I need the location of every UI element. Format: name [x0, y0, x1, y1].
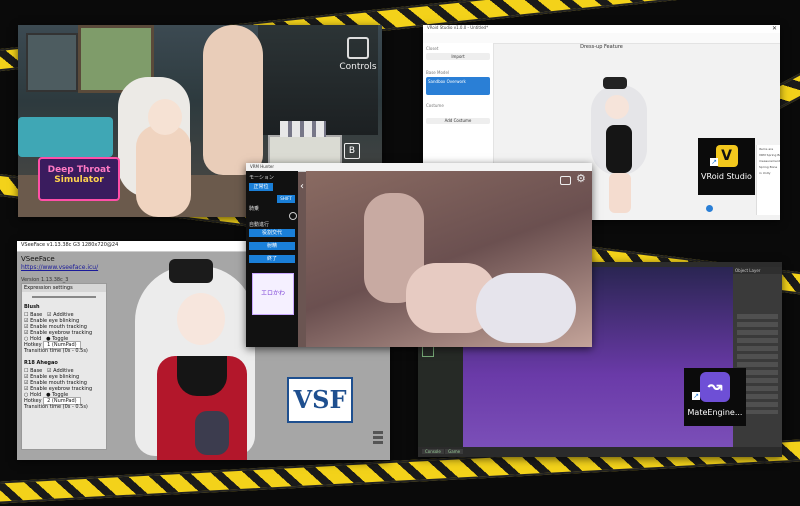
panel-line: Items are — [759, 147, 774, 151]
console-tab[interactable]: Console — [422, 449, 444, 454]
auto-toggle[interactable] — [289, 212, 297, 220]
expression-panel: Expression settings Blush ☐ Base ☑ Addit… — [21, 283, 107, 450]
settings-panel: Items are VRM Spring Bone measurements Spri… — [756, 145, 780, 215]
vroid-logo-icon: V — [715, 145, 738, 167]
game-logo: Deep Throat Simulator — [38, 157, 120, 201]
transition-label: Transition time (0s - 0.5s) — [24, 348, 88, 354]
transition-label: Transition time (0s - 0.5s) — [24, 404, 88, 410]
gear-icon[interactable]: ⚙ — [576, 173, 586, 184]
import-label: Import — [451, 54, 465, 59]
header-title: Dress-up Feature — [580, 44, 623, 50]
model-face — [605, 95, 629, 119]
camera-icon[interactable] — [560, 176, 571, 185]
mode-label: 正常位 — [253, 184, 269, 190]
base-model-item[interactable]: Sandbox Overwork — [426, 77, 490, 95]
model-hat — [603, 77, 627, 89]
costume-heading: Costume — [426, 103, 444, 108]
import-button[interactable]: Import — [426, 53, 490, 60]
side-menu: モーション 正常位 騎乗 SHIFT 自動進行 役割交代 射精 終了 エロかわ — [246, 171, 298, 347]
corner-controls[interactable] — [373, 431, 383, 445]
window-title: VRoid Studio v1.0.0 - Untitled* — [427, 25, 489, 30]
sticker-text: エロかわ — [260, 290, 285, 297]
panel-title: Object Layer — [733, 267, 782, 274]
app-name: VSeeFace — [21, 255, 55, 263]
vroid-badge-label: VRoid Studio — [701, 172, 752, 181]
standing-figure — [203, 25, 263, 175]
mode-button[interactable]: 正常位 — [249, 183, 273, 191]
base-model-item-label: Sandbox Overwork — [428, 79, 466, 84]
game-logo-line2: Simulator — [54, 175, 104, 185]
character-body — [136, 125, 191, 217]
panel-line: VRM Spring Bone — [759, 153, 780, 157]
expression-settings-heading: Expression settings — [22, 284, 106, 292]
window-title: VRM Hunter — [250, 164, 274, 169]
controls-icon — [347, 37, 369, 59]
back-chevron-icon[interactable]: ‹ — [300, 181, 304, 192]
menu-title: モーション — [249, 175, 274, 181]
panel-line: measurements — [759, 159, 780, 163]
character-hair — [476, 273, 576, 343]
shortcut-arrow-icon: ↗ — [692, 392, 700, 400]
shift-button[interactable]: SHIFT — [277, 195, 295, 203]
rte-heading: R18 Ahegao — [24, 360, 58, 366]
key-b-hint: B — [344, 143, 360, 159]
finish-button[interactable]: 射精 — [249, 242, 295, 250]
role-swap-button[interactable]: 役割交代 — [249, 229, 295, 237]
bench — [18, 117, 113, 157]
shortcut-arrow-icon: ↗ — [710, 158, 718, 166]
add-costume-label: Add Costume — [444, 118, 472, 123]
pause-icon[interactable] — [706, 205, 713, 212]
center-app-window: VRM Hunter モーション 正常位 騎乗 SHIFT 自動進行 役割交代 … — [246, 163, 592, 347]
auto-row: 自動進行 — [249, 211, 297, 228]
controls-button[interactable]: Controls — [336, 35, 380, 79]
add-costume-button[interactable]: Add Costume — [426, 118, 490, 124]
end-button[interactable]: 終了 — [249, 255, 295, 263]
avatar-plush — [195, 411, 229, 455]
panel-line: Spring Bone — [759, 165, 778, 169]
finish-label: 射精 — [266, 243, 277, 249]
panel-lines: Items are VRM Spring Bone measurements Spri… — [757, 145, 780, 179]
avatar-face — [177, 293, 225, 345]
mate-engine-badge[interactable]: ↝ ↗ MateEngine... — [684, 368, 746, 426]
vsf-logo: VSF — [287, 377, 353, 423]
game-tab[interactable]: Game — [445, 449, 464, 454]
wall-shelf — [26, 33, 78, 92]
avatar-collar — [177, 356, 227, 396]
controls-label: Controls — [339, 62, 377, 72]
slider[interactable] — [32, 296, 96, 298]
bottles — [280, 121, 326, 137]
window-title: VSeeFace v1.13.38c G3 1280x720@24 — [21, 242, 119, 248]
scene-tree — [418, 337, 464, 447]
blush-heading: Blush — [24, 304, 40, 310]
avatar-hat — [169, 259, 213, 283]
auto-toggle-label: 自動進行 — [249, 222, 270, 228]
panel-line: in Unity — [759, 171, 771, 175]
game-logo-line1: Deep Throat — [47, 165, 111, 175]
model-legs — [609, 173, 631, 213]
role-swap-label: 役割交代 — [261, 230, 282, 236]
base-model-heading: Base Model — [426, 70, 450, 75]
mate-engine-badge-label: MateEngine... — [687, 408, 743, 417]
website-link[interactable]: https://www.vseeface.icu/ — [21, 264, 98, 271]
mate-engine-logo-icon: ↝ — [700, 372, 730, 402]
key-b-label: B — [348, 146, 356, 156]
character-face — [148, 99, 182, 135]
close-icon[interactable]: ✕ — [772, 25, 777, 33]
vsf-logo-text: VSF — [293, 385, 347, 414]
sticker-logo: エロかわ — [252, 273, 294, 315]
sub-row: 騎乗 SHIFT — [249, 195, 295, 212]
status-bar: Console Game — [418, 447, 782, 457]
vroid-badge[interactable]: V ↗ VRoid Studio — [698, 138, 755, 195]
closet-heading: Closet — [426, 46, 439, 51]
end-label: 終了 — [266, 256, 277, 262]
model-swimsuit — [606, 125, 632, 173]
